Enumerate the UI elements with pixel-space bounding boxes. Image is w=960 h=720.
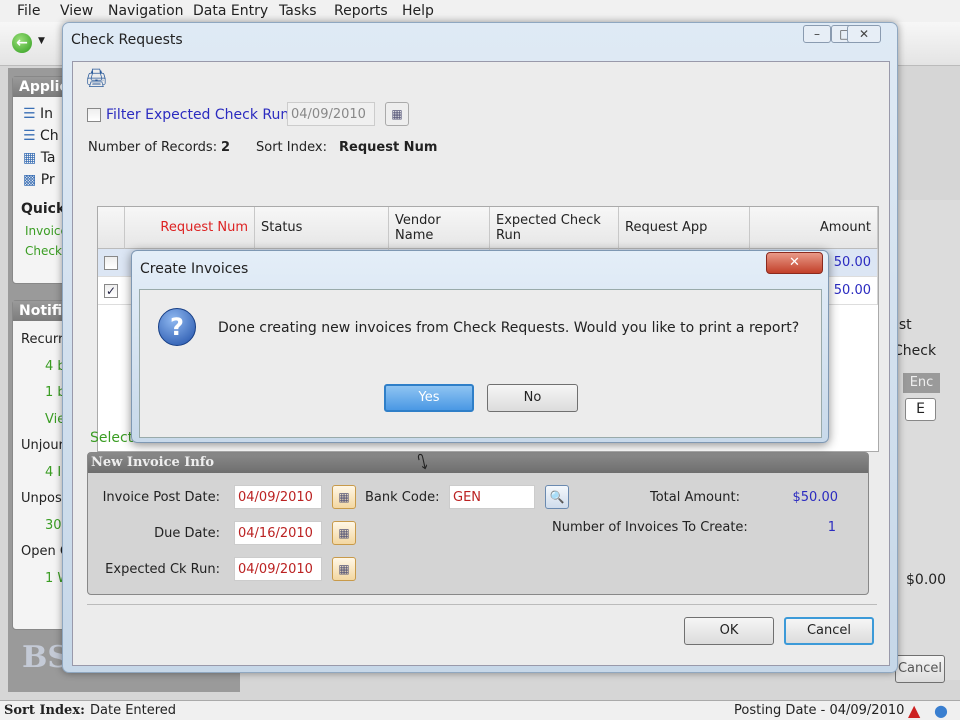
records-count: 2: [221, 140, 231, 155]
column-header-amount[interactable]: Amount: [750, 207, 878, 249]
status-sort-label: Sort Index:: [4, 703, 85, 718]
status-sort-value: Date Entered: [90, 703, 177, 718]
expected-ck-run-input[interactable]: 04/09/2010: [234, 557, 322, 581]
due-date-label: Due Date:: [154, 526, 220, 541]
total-amount-value: $50.00: [792, 490, 839, 505]
sort-value: Request Num: [339, 140, 438, 155]
due-date-input[interactable]: 04/16/2010: [234, 521, 322, 545]
menu-file[interactable]: File: [17, 3, 40, 19]
group-title: New Invoice Info: [88, 453, 868, 473]
dialog-close-button[interactable]: ✕: [766, 252, 823, 274]
bank-code-input[interactable]: GEN: [449, 485, 535, 509]
expected-ck-run-label: Expected Ck Run:: [105, 562, 220, 577]
minimize-button[interactable]: –: [803, 25, 831, 43]
background-total: $0.00: [906, 572, 947, 588]
lookup-search-icon[interactable]: 🔍: [545, 485, 569, 509]
calendar-icon[interactable]: ▦: [385, 102, 409, 126]
question-icon: ?: [158, 308, 196, 346]
printer-icon[interactable]: 🖨: [85, 68, 108, 89]
background-cancel-button[interactable]: Cancel: [895, 655, 945, 683]
enc-cell[interactable]: E: [905, 398, 936, 421]
column-header-request-app[interactable]: Request App: [619, 207, 750, 249]
row-checkbox[interactable]: ✓: [104, 284, 118, 298]
calendar-icon[interactable]: ▦: [332, 521, 356, 545]
list-icon: ☰: [23, 128, 36, 144]
filter-checkbox[interactable]: [87, 108, 101, 122]
dropdown-chevron-icon[interactable]: ▼: [38, 36, 45, 46]
enc-column-header: Enc: [903, 373, 940, 393]
window-title: Check Requests: [71, 32, 183, 48]
select-link[interactable]: Select: [90, 430, 133, 446]
background-panel: [897, 200, 960, 680]
menu-tasks[interactable]: Tasks: [279, 3, 317, 19]
cancel-button[interactable]: Cancel: [784, 617, 874, 645]
bank-code-label: Bank Code:: [365, 490, 440, 505]
no-button[interactable]: No: [487, 384, 578, 412]
divider: [87, 604, 877, 605]
dialog-body: ? Done creating new invoices from Check …: [139, 289, 822, 438]
menu-view[interactable]: View: [60, 3, 93, 19]
invoice-post-date-input[interactable]: 04/09/2010: [234, 485, 322, 509]
background-text: Check: [893, 343, 937, 359]
posting-date: Posting Date - 04/09/2010: [734, 703, 905, 718]
create-invoices-dialog: Create Invoices ✕ ? Done creating new in…: [131, 250, 829, 443]
yes-button[interactable]: Yes: [384, 384, 474, 412]
column-header-request-num[interactable]: Request Num: [125, 207, 255, 249]
filter-date-input[interactable]: 04/09/2010: [287, 102, 375, 126]
close-button[interactable]: ✕: [847, 25, 881, 43]
row-checkbox[interactable]: [104, 256, 118, 270]
num-invoices-label: Number of Invoices To Create:: [552, 520, 748, 535]
menu-navigation[interactable]: Navigation: [108, 3, 184, 19]
menu-data-entry[interactable]: Data Entry: [193, 3, 268, 19]
globe-icon[interactable]: ●: [934, 701, 948, 720]
num-invoices-value: 1: [827, 520, 836, 535]
select-column-header: [98, 207, 125, 249]
calendar-icon[interactable]: ▦: [332, 485, 356, 509]
menu-help[interactable]: Help: [402, 3, 434, 19]
dialog-title: Create Invoices: [140, 261, 249, 277]
form-icon: ▩: [23, 172, 37, 188]
list-icon: ☰: [23, 106, 36, 122]
new-invoice-info-group: New Invoice Info Invoice Post Date: 04/0…: [87, 452, 869, 595]
mouse-cursor-icon: ⭛: [417, 450, 428, 474]
table-icon: ▦: [23, 150, 37, 166]
records-label: Number of Records:: [88, 140, 218, 155]
filter-label: Filter Expected Check Run:: [106, 107, 294, 123]
ok-button[interactable]: OK: [684, 617, 774, 645]
column-header-check-run[interactable]: Expected Check Run: [490, 207, 619, 249]
menu-bar: File View Navigation Data Entry Tasks Re…: [0, 0, 960, 22]
menu-reports[interactable]: Reports: [334, 3, 388, 19]
total-amount-label: Total Amount:: [650, 490, 740, 505]
column-header-status[interactable]: Status: [255, 207, 389, 249]
sort-label: Sort Index:: [256, 140, 327, 155]
dialog-message: Done creating new invoices from Check Re…: [218, 320, 800, 336]
column-header-vendor[interactable]: Vendor Name: [389, 207, 490, 249]
invoice-post-date-label: Invoice Post Date:: [102, 490, 220, 505]
calendar-icon[interactable]: ▦: [332, 557, 356, 581]
warning-icon[interactable]: ▲: [908, 701, 920, 720]
back-arrow-icon[interactable]: ←: [12, 33, 32, 53]
status-bar: Sort Index: Date Entered Posting Date - …: [0, 700, 960, 720]
